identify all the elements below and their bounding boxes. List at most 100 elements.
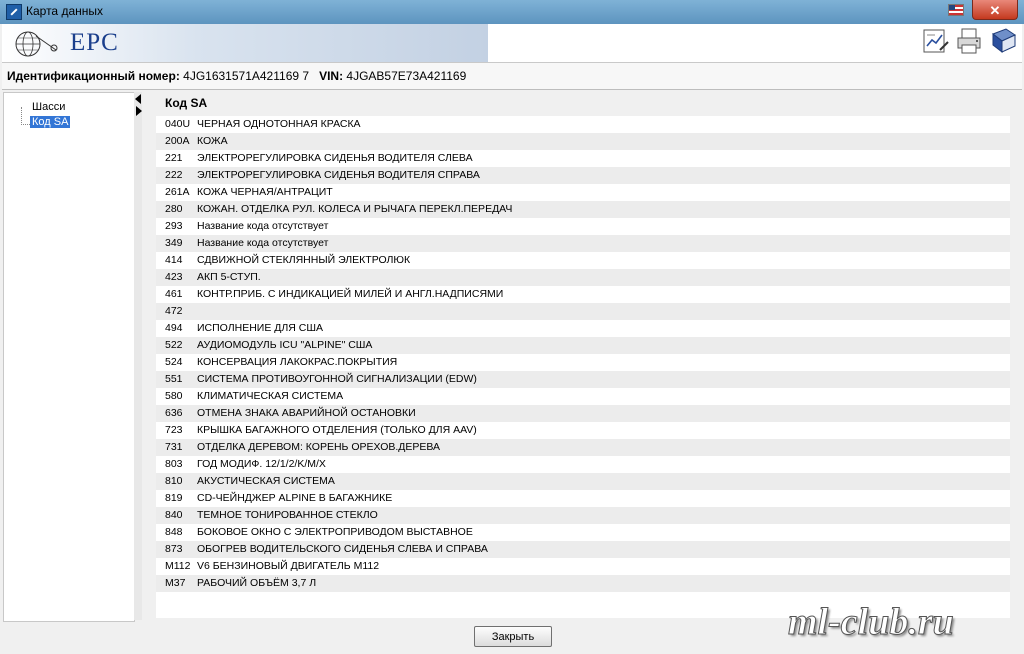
language-flag-icon[interactable] bbox=[948, 4, 964, 16]
report-chart-icon[interactable] bbox=[920, 26, 950, 56]
table-row[interactable]: 731 ОТДЕЛКА ДЕРЕВОМ: КОРЕНЬ ОРЕХОВ.ДЕРЕВА bbox=[156, 439, 1010, 456]
tree-item-chassis[interactable]: Шасси bbox=[32, 101, 65, 113]
sa-code-list[interactable]: 040U ЧЕРНАЯ ОДНОТОННАЯ КРАСКА 200A КОЖА 221 Э… bbox=[156, 116, 1010, 618]
table-row[interactable]: 873 ОБОГРЕВ ВОДИТЕЛЬСКОГО СИДЕНЬЯ СЛЕВА И… bbox=[156, 541, 1010, 558]
table-row[interactable]: 803 ГОД МОДИФ. 12/1/2/K/M/X bbox=[156, 456, 1010, 473]
sa-code: 472 bbox=[165, 305, 183, 317]
panel-splitter[interactable] bbox=[134, 92, 142, 620]
sa-code: 524 bbox=[165, 356, 183, 368]
sa-description: АУДИОМОДУЛЬ ICU "ALPINE" США bbox=[197, 339, 373, 351]
app-header: EPC bbox=[2, 24, 1022, 62]
table-row[interactable]: 551 СИСТЕМА ПРОТИВОУГОННОЙ СИГНАЛИЗАЦИИ (… bbox=[156, 371, 1010, 388]
sa-code: 731 bbox=[165, 441, 183, 453]
close-button[interactable]: Закрыть bbox=[474, 626, 552, 647]
window-titlebar: Карта данных ✕ bbox=[0, 0, 1024, 24]
table-row[interactable]: 580 КЛИМАТИЧЕСКАЯ СИСТЕМА bbox=[156, 388, 1010, 405]
vin-label: VIN: bbox=[319, 69, 344, 83]
collapse-left-arrow-icon[interactable] bbox=[135, 94, 141, 104]
sa-description: Название кода отсутствует bbox=[197, 220, 329, 232]
window-title: Карта данных bbox=[26, 4, 103, 18]
id-number-value: 4JG1631571A421169 7 bbox=[183, 69, 310, 83]
sa-description: КОЖАН. ОТДЕЛКА РУЛ. КОЛЕСА И РЫЧАГА ПЕРЕ… bbox=[197, 203, 513, 215]
sa-description: АКУСТИЧЕСКАЯ СИСТЕМА bbox=[197, 475, 335, 487]
table-row[interactable]: 636 ОТМЕНА ЗНАКА АВАРИЙНОЙ ОСТАНОВКИ bbox=[156, 405, 1010, 422]
table-row[interactable]: 040U ЧЕРНАЯ ОДНОТОННАЯ КРАСКА bbox=[156, 116, 1010, 133]
sa-code: 636 bbox=[165, 407, 183, 419]
sa-code: 723 bbox=[165, 424, 183, 436]
sa-code: 293 bbox=[165, 220, 183, 232]
table-row[interactable]: 280 КОЖАН. ОТДЕЛКА РУЛ. КОЛЕСА И РЫЧАГА П… bbox=[156, 201, 1010, 218]
sa-description: КРЫШКА БАГАЖНОГО ОТДЕЛЕНИЯ (ТОЛЬКО ДЛЯ A… bbox=[197, 424, 477, 436]
table-row[interactable]: M37 РАБОЧИЙ ОБЪЁМ 3,7 Л bbox=[156, 575, 1010, 592]
navigation-tree: Шасси Код SA bbox=[3, 92, 135, 622]
table-row[interactable]: 472 bbox=[156, 303, 1010, 320]
app-icon bbox=[6, 4, 22, 20]
sa-code: 222 bbox=[165, 169, 183, 181]
table-row[interactable]: 810 АКУСТИЧЕСКАЯ СИСТЕМА bbox=[156, 473, 1010, 490]
help-book-icon[interactable] bbox=[988, 26, 1018, 56]
sa-description: КОЖА ЧЕРНАЯ/АНТРАЦИТ bbox=[197, 186, 333, 198]
table-row[interactable]: 494 ИСПОЛНЕНИЕ ДЛЯ США bbox=[156, 320, 1010, 337]
sa-code: 221 bbox=[165, 152, 183, 164]
sa-description: РАБОЧИЙ ОБЪЁМ 3,7 Л bbox=[197, 577, 317, 589]
sa-code-panel: Код SA 040U ЧЕРНАЯ ОДНОТОННАЯ КРАСКА 200A К… bbox=[142, 92, 1020, 622]
vehicle-info-bar: Идентификационный номер: 4JG1631571A4211… bbox=[2, 62, 1022, 90]
sa-code: 522 bbox=[165, 339, 183, 351]
sa-code: 200A bbox=[165, 135, 190, 147]
table-row[interactable]: 840 ТЕМНОЕ ТОНИРОВАННОЕ СТЕКЛО bbox=[156, 507, 1010, 524]
sa-code: M112 bbox=[165, 560, 191, 572]
sa-description: Название кода отсутствует bbox=[197, 237, 329, 249]
sa-description: АКП 5-СТУП. bbox=[197, 271, 261, 283]
table-row[interactable]: 293 Название кода отсутствует bbox=[156, 218, 1010, 235]
table-row[interactable]: 222 ЭЛЕКТРОРЕГУЛИРОВКА СИДЕНЬЯ ВОДИТЕЛЯ С… bbox=[156, 167, 1010, 184]
sa-code: 803 bbox=[165, 458, 183, 470]
sa-description: CD-ЧЕЙНДЖЕР ALPINE В БАГАЖНИКЕ bbox=[197, 492, 393, 504]
sa-description: СДВИЖНОЙ СТЕКЛЯННЫЙ ЭЛЕКТРОЛЮК bbox=[197, 254, 411, 266]
globe-satellite-icon bbox=[15, 31, 58, 57]
table-row[interactable]: 819 CD-ЧЕЙНДЖЕР ALPINE В БАГАЖНИКЕ bbox=[156, 490, 1010, 507]
header-banner: EPC bbox=[2, 24, 488, 62]
sa-code: 551 bbox=[165, 373, 183, 385]
watermark: ml-club.ru bbox=[788, 601, 955, 644]
sa-description: V6 БЕНЗИНОВЫЙ ДВИГАТЕЛЬ M112 bbox=[197, 560, 380, 572]
tree-connector bbox=[21, 124, 30, 126]
id-number-label: Идентификационный номер: bbox=[7, 69, 180, 83]
table-row[interactable]: 414 СДВИЖНОЙ СТЕКЛЯННЫЙ ЭЛЕКТРОЛЮК bbox=[156, 252, 1010, 269]
printer-icon[interactable] bbox=[954, 26, 984, 56]
table-row[interactable]: 524 КОНСЕРВАЦИЯ ЛАКОКРАС.ПОКРЫТИЯ bbox=[156, 354, 1010, 371]
table-row[interactable]: 848 БОКОВОЕ ОКНО С ЭЛЕКТРОПРИВОДОМ ВЫСТАВ… bbox=[156, 524, 1010, 541]
sa-code: 423 bbox=[165, 271, 183, 283]
sa-code: 873 bbox=[165, 543, 183, 555]
sa-description: КОНСЕРВАЦИЯ ЛАКОКРАС.ПОКРЫТИЯ bbox=[197, 356, 398, 368]
sa-description: КОНТР.ПРИБ. С ИНДИКАЦИЕЙ МИЛЕЙ И АНГЛ.НА… bbox=[197, 288, 504, 300]
sa-description: ТЕМНОЕ ТОНИРОВАННОЕ СТЕКЛО bbox=[197, 509, 378, 521]
tree-item-sa-code[interactable]: Код SA bbox=[30, 116, 71, 128]
table-row[interactable]: 461 КОНТР.ПРИБ. С ИНДИКАЦИЕЙ МИЛЕЙ И АНГЛ… bbox=[156, 286, 1010, 303]
table-row[interactable]: 261A КОЖА ЧЕРНАЯ/АНТРАЦИТ bbox=[156, 184, 1010, 201]
sa-code: 349 bbox=[165, 237, 183, 249]
table-row[interactable]: M112 V6 БЕНЗИНОВЫЙ ДВИГАТЕЛЬ M112 bbox=[156, 558, 1010, 575]
sa-code: 461 bbox=[165, 288, 183, 300]
vin-value: 4JGAB57E73A421169 bbox=[346, 69, 467, 83]
table-row[interactable]: 200A КОЖА bbox=[156, 133, 1010, 150]
table-row[interactable]: 423 АКП 5-СТУП. bbox=[156, 269, 1010, 286]
brand-logo-text: EPC bbox=[70, 29, 119, 56]
sa-description: ОТДЕЛКА ДЕРЕВОМ: КОРЕНЬ ОРЕХОВ.ДЕРЕВА bbox=[197, 441, 441, 453]
sa-description: КЛИМАТИЧЕСКАЯ СИСТЕМА bbox=[197, 390, 344, 402]
sa-description: ОТМЕНА ЗНАКА АВАРИЙНОЙ ОСТАНОВКИ bbox=[197, 407, 416, 419]
table-row[interactable]: 723 КРЫШКА БАГАЖНОГО ОТДЕЛЕНИЯ (ТОЛЬКО ДЛ… bbox=[156, 422, 1010, 439]
sa-code: M37 bbox=[165, 577, 186, 589]
sa-code: 810 bbox=[165, 475, 183, 487]
window-close-button[interactable]: ✕ bbox=[972, 0, 1018, 20]
sa-code: 819 bbox=[165, 492, 183, 504]
sa-description: ЭЛЕКТРОРЕГУЛИРОВКА СИДЕНЬЯ ВОДИТЕЛЯ СПРА… bbox=[197, 169, 480, 181]
sa-code: 040U bbox=[165, 118, 191, 130]
sa-code: 280 bbox=[165, 203, 183, 215]
sa-description: КОЖА bbox=[197, 135, 228, 147]
sa-description: СИСТЕМА ПРОТИВОУГОННОЙ СИГНАЛИЗАЦИИ (EDW… bbox=[197, 373, 477, 385]
tree-connector bbox=[21, 107, 23, 125]
list-header: Код SA bbox=[165, 96, 208, 110]
table-row[interactable]: 522 АУДИОМОДУЛЬ ICU "ALPINE" США bbox=[156, 337, 1010, 354]
table-row[interactable]: 221 ЭЛЕКТРОРЕГУЛИРОВКА СИДЕНЬЯ ВОДИТЕЛЯ С… bbox=[156, 150, 1010, 167]
table-row[interactable]: 349 Название кода отсутствует bbox=[156, 235, 1010, 252]
